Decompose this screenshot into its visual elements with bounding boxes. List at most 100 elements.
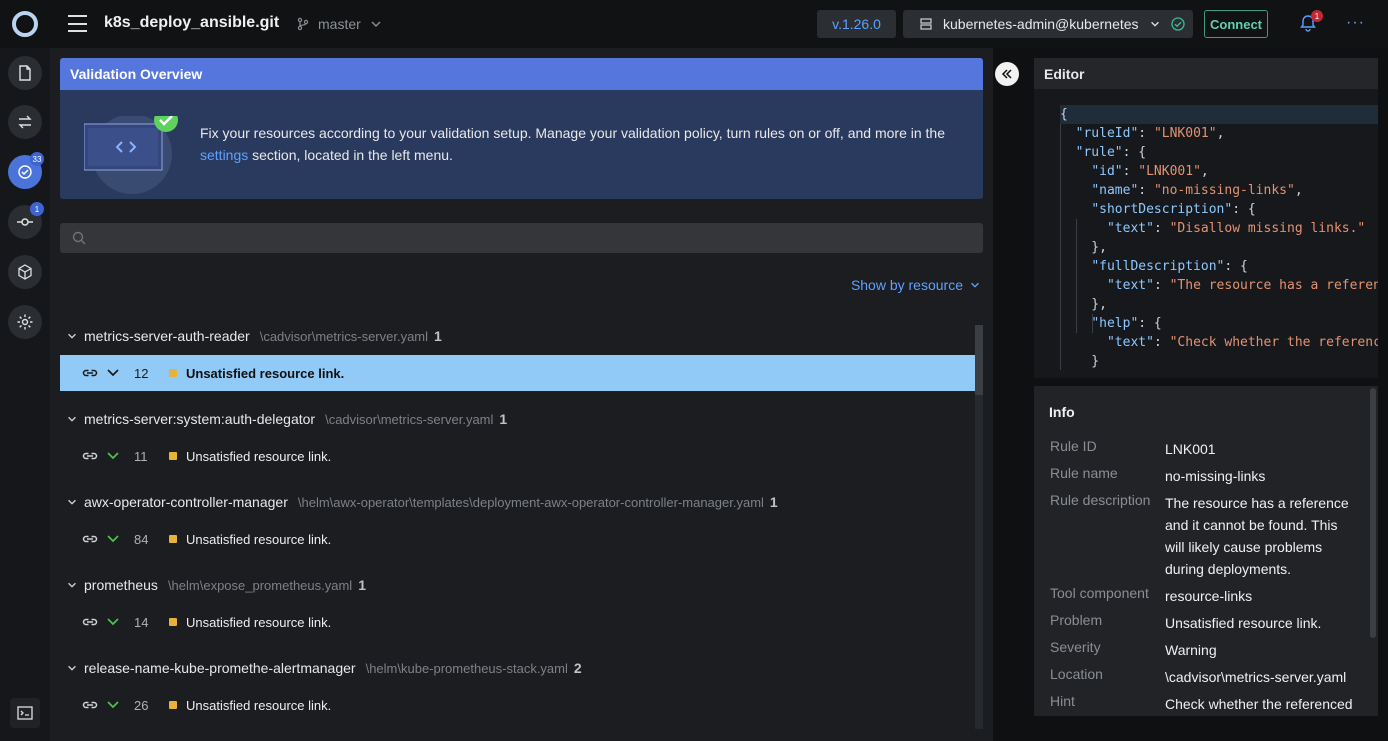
line-number: 12 xyxy=(134,365,149,381)
nav-validation[interactable]: 33 xyxy=(8,152,44,189)
scroll-thumb[interactable] xyxy=(975,325,983,395)
info-scrollbar[interactable] xyxy=(1370,388,1376,638)
problem-row[interactable]: 26 Unsatisfied resource link. xyxy=(60,687,975,723)
overview-text-end: section, located in the left menu. xyxy=(252,147,453,163)
info-row: Rule name no-missing-links xyxy=(1050,465,1355,487)
chevron-down-icon[interactable] xyxy=(106,532,120,546)
group-header[interactable]: awx-operator-controller-manager \helm\aw… xyxy=(60,491,975,513)
nav-files[interactable] xyxy=(8,56,42,90)
code-line: "name": "no-missing-links", xyxy=(1091,183,1303,198)
top-bar: k8s_deploy_ansible.git master v.1.26.0 k… xyxy=(0,0,1388,48)
git-commit-icon xyxy=(17,218,33,226)
chevron-down-icon[interactable] xyxy=(60,579,84,591)
group-header[interactable]: metrics-server-auth-reader \cadvisor\met… xyxy=(60,325,975,347)
nav-plugins[interactable] xyxy=(8,255,42,289)
code-line: }, xyxy=(1060,297,1107,312)
settings-link[interactable]: settings xyxy=(200,147,248,163)
k8s-version-button[interactable]: v.1.26.0 xyxy=(817,10,896,38)
info-label: Rule ID xyxy=(1050,438,1097,454)
problem-row[interactable]: 12 Unsatisfied resource link. xyxy=(60,355,975,391)
validation-overview: Validation Overview Fix your resources a… xyxy=(60,58,983,199)
problem-message: Unsatisfied resource link. xyxy=(186,614,332,630)
more-icon[interactable]: ··· xyxy=(1346,14,1365,32)
chevron-down-icon[interactable] xyxy=(60,662,84,674)
resource-name: metrics-server-auth-reader xyxy=(84,328,250,344)
code-view[interactable]: { "ruleId": "LNK001", "rule": { "id": "L… xyxy=(1060,105,1378,370)
code-line: { xyxy=(1060,105,1378,124)
problem-row[interactable]: 84 Unsatisfied resource link. xyxy=(60,521,975,557)
branch-selector[interactable]: master xyxy=(296,16,383,32)
link-icon xyxy=(82,535,98,543)
info-value: Check whether the referenced xyxy=(1165,696,1353,712)
chevron-down-icon xyxy=(371,21,381,27)
problem-message: Unsatisfied resource link. xyxy=(186,531,332,547)
problem-row[interactable]: 14 Unsatisfied resource link. xyxy=(60,604,975,640)
chevron-down-icon[interactable] xyxy=(106,366,120,380)
info-row: Tool component resource-links xyxy=(1050,585,1355,607)
show-by-label: Show by resource xyxy=(850,277,963,293)
cluster-name: kubernetes-admin@kubernetes xyxy=(943,16,1139,32)
search-input[interactable] xyxy=(60,223,983,253)
problem-count: 1 xyxy=(434,328,442,344)
nav-settings[interactable] xyxy=(8,305,42,339)
warning-indicator xyxy=(169,452,177,460)
search-icon xyxy=(72,231,86,245)
show-by-dropdown[interactable]: Show by resource xyxy=(851,277,981,293)
info-value: Unsatisfied resource link. xyxy=(1165,615,1322,631)
chevron-down-icon[interactable] xyxy=(106,615,120,629)
project-name[interactable]: k8s_deploy_ansible.git xyxy=(104,14,279,32)
group-header[interactable]: prometheus \helm\expose_prometheus.yaml … xyxy=(60,574,975,596)
code-line: "text": "Check whether the reference xyxy=(1106,335,1378,350)
line-number: 84 xyxy=(134,531,149,547)
problems-list: metrics-server-auth-reader \cadvisor\met… xyxy=(60,325,975,741)
info-panel: Info Rule ID LNK001 Rule name no-missing-li… xyxy=(1034,386,1378,716)
info-row: Rule ID LNK001 xyxy=(1050,438,1355,460)
code-window-icon xyxy=(84,116,178,194)
connect-button[interactable]: Connect xyxy=(1204,10,1268,38)
indent-guide xyxy=(1060,124,1061,370)
nav-git[interactable]: 1 xyxy=(8,202,44,239)
problems-scrollbar[interactable] xyxy=(975,325,983,729)
info-row: Severity Warning xyxy=(1050,639,1355,661)
problem-row[interactable]: 11 Unsatisfied resource link. xyxy=(60,438,975,474)
nav-terminal[interactable] xyxy=(10,698,40,728)
problem-message: Unsatisfied resource link. xyxy=(186,365,345,381)
nav-compare[interactable] xyxy=(8,105,42,139)
info-value: resource-links xyxy=(1165,588,1253,604)
code-line: "fullDescription": { xyxy=(1091,259,1248,274)
editor-panel: Editor { "ruleId": "LNK001", "rule": { "… xyxy=(1034,58,1378,378)
warning-indicator xyxy=(169,618,177,626)
file-icon xyxy=(19,65,31,81)
chevron-down-icon[interactable] xyxy=(60,330,84,342)
validation-badge: 33 xyxy=(30,152,44,166)
code-line: "ruleId": "LNK001", xyxy=(1075,126,1225,141)
info-label: Severity xyxy=(1050,639,1101,655)
validation-check-icon xyxy=(18,165,32,179)
notification-badge: 1 xyxy=(1311,10,1323,22)
info-label: Rule description xyxy=(1050,492,1151,508)
chevron-down-icon[interactable] xyxy=(106,449,120,463)
group-header[interactable]: metrics-server:system:auth-delegator \ca… xyxy=(60,408,975,430)
chevron-down-icon[interactable] xyxy=(60,413,84,425)
code-line: }, xyxy=(1060,240,1107,255)
app-logo[interactable] xyxy=(12,11,38,37)
problem-count: 2 xyxy=(573,660,582,676)
cluster-selector[interactable]: kubernetes-admin@kubernetes xyxy=(903,10,1193,38)
group-header[interactable]: release-name-kube-promethe-alertmanager … xyxy=(60,657,975,679)
code-line: "text": "Disallow missing links." xyxy=(1106,221,1366,236)
collapse-panel-button[interactable] xyxy=(995,62,1019,86)
chevron-down-icon[interactable] xyxy=(60,496,84,508)
link-icon xyxy=(82,369,98,377)
chevron-down-icon[interactable] xyxy=(106,698,120,712)
info-value: \cadvisor\metrics-server.yaml xyxy=(1165,669,1347,685)
cluster-icon xyxy=(920,18,932,30)
chevron-down-icon xyxy=(971,282,979,288)
info-row: Location \cadvisor\metrics-server.yaml xyxy=(1050,666,1355,688)
link-icon xyxy=(82,618,98,626)
menu-icon[interactable] xyxy=(68,15,87,32)
info-title: Info xyxy=(1049,404,1075,420)
code-line: "id": "LNK001", xyxy=(1091,164,1209,179)
indent-guide xyxy=(1092,314,1093,333)
code-line: "shortDescription": { xyxy=(1091,202,1256,217)
left-nav: 33 1 xyxy=(0,48,50,741)
